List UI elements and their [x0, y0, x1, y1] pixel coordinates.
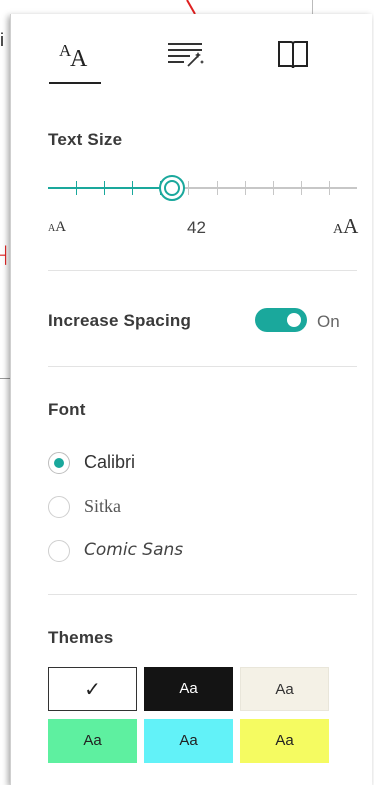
selected-tab-indicator: [49, 82, 101, 84]
red-marker-icon: ┤: [0, 247, 12, 264]
section-divider: [48, 270, 357, 271]
slider-tick: [329, 181, 330, 195]
red-arrow-icon: [186, 0, 196, 14]
slider-tick: [245, 181, 246, 195]
slider-tick: [104, 181, 105, 195]
check-icon: ✓: [84, 679, 101, 701]
tab-grammar-options[interactable]: [156, 36, 212, 84]
theme-white[interactable]: ✓: [48, 667, 137, 711]
font-option-label: Sitka: [84, 496, 122, 516]
tab-text-options[interactable]: A A: [47, 36, 103, 84]
large-a-glyph: A: [333, 222, 344, 237]
svg-text:A: A: [70, 46, 88, 72]
text-size-icon: A A: [59, 41, 88, 72]
theme-sample-text: Aa: [179, 680, 198, 697]
tab-bar: A A: [11, 14, 373, 94]
text-size-slider[interactable]: [48, 175, 357, 206]
toggle-knob: [287, 313, 301, 327]
font-option-comic-sans[interactable]: Comic Sans: [48, 537, 308, 565]
slider-tick: [188, 181, 189, 195]
smaller-text-icon: AA: [48, 219, 66, 236]
small-a-glyph-2: A: [55, 219, 67, 235]
increase-spacing-toggle[interactable]: [255, 308, 307, 332]
tab-reading-preferences[interactable]: [265, 36, 321, 84]
larger-text-icon: AA: [333, 214, 358, 239]
slider-tick: [76, 181, 77, 195]
text-options-panel: A A Text Size AA 42 AA Increase Spacing …: [10, 14, 372, 785]
toggle-state-label: On: [317, 312, 340, 331]
font-heading: Font: [48, 400, 86, 419]
themes-heading: Themes: [48, 628, 114, 647]
slider-tick: [301, 181, 302, 195]
theme-cyan[interactable]: Aa: [144, 719, 233, 763]
font-option-label: Comic Sans: [84, 540, 184, 560]
slider-tick: [217, 181, 218, 195]
font-option-label: Calibri: [84, 452, 136, 472]
slider-tick: [132, 181, 133, 195]
text-magic-icon: [168, 43, 204, 67]
background-edge: [312, 0, 313, 14]
large-a-glyph-2: A: [343, 214, 359, 238]
slider-fill: [48, 187, 172, 189]
font-option-calibri[interactable]: Calibri: [48, 449, 308, 477]
section-divider: [48, 594, 357, 595]
theme-sample-text: Aa: [275, 732, 294, 749]
text-size-value: 42: [187, 218, 206, 237]
slider-tick: [273, 181, 274, 195]
theme-sample-text: Aa: [179, 732, 198, 749]
theme-sample-text: Aa: [275, 681, 294, 698]
slider-thumb[interactable]: [159, 175, 185, 201]
background-text: i: [0, 30, 4, 50]
section-divider: [48, 366, 357, 367]
font-option-sitka[interactable]: Sitka: [48, 493, 308, 521]
theme-sample-text: Aa: [83, 732, 102, 749]
radio-button[interactable]: [48, 540, 70, 562]
theme-green[interactable]: Aa: [48, 719, 137, 763]
theme-yellow[interactable]: Aa: [240, 719, 329, 763]
radio-button[interactable]: [48, 496, 70, 518]
theme-sepia[interactable]: Aa: [240, 667, 329, 711]
text-size-heading: Text Size: [48, 130, 123, 149]
theme-black[interactable]: Aa: [144, 667, 233, 711]
background-divider: [0, 378, 10, 379]
book-icon: [278, 41, 308, 69]
radio-button-checked[interactable]: [48, 452, 70, 474]
increase-spacing-label: Increase Spacing: [48, 311, 192, 330]
